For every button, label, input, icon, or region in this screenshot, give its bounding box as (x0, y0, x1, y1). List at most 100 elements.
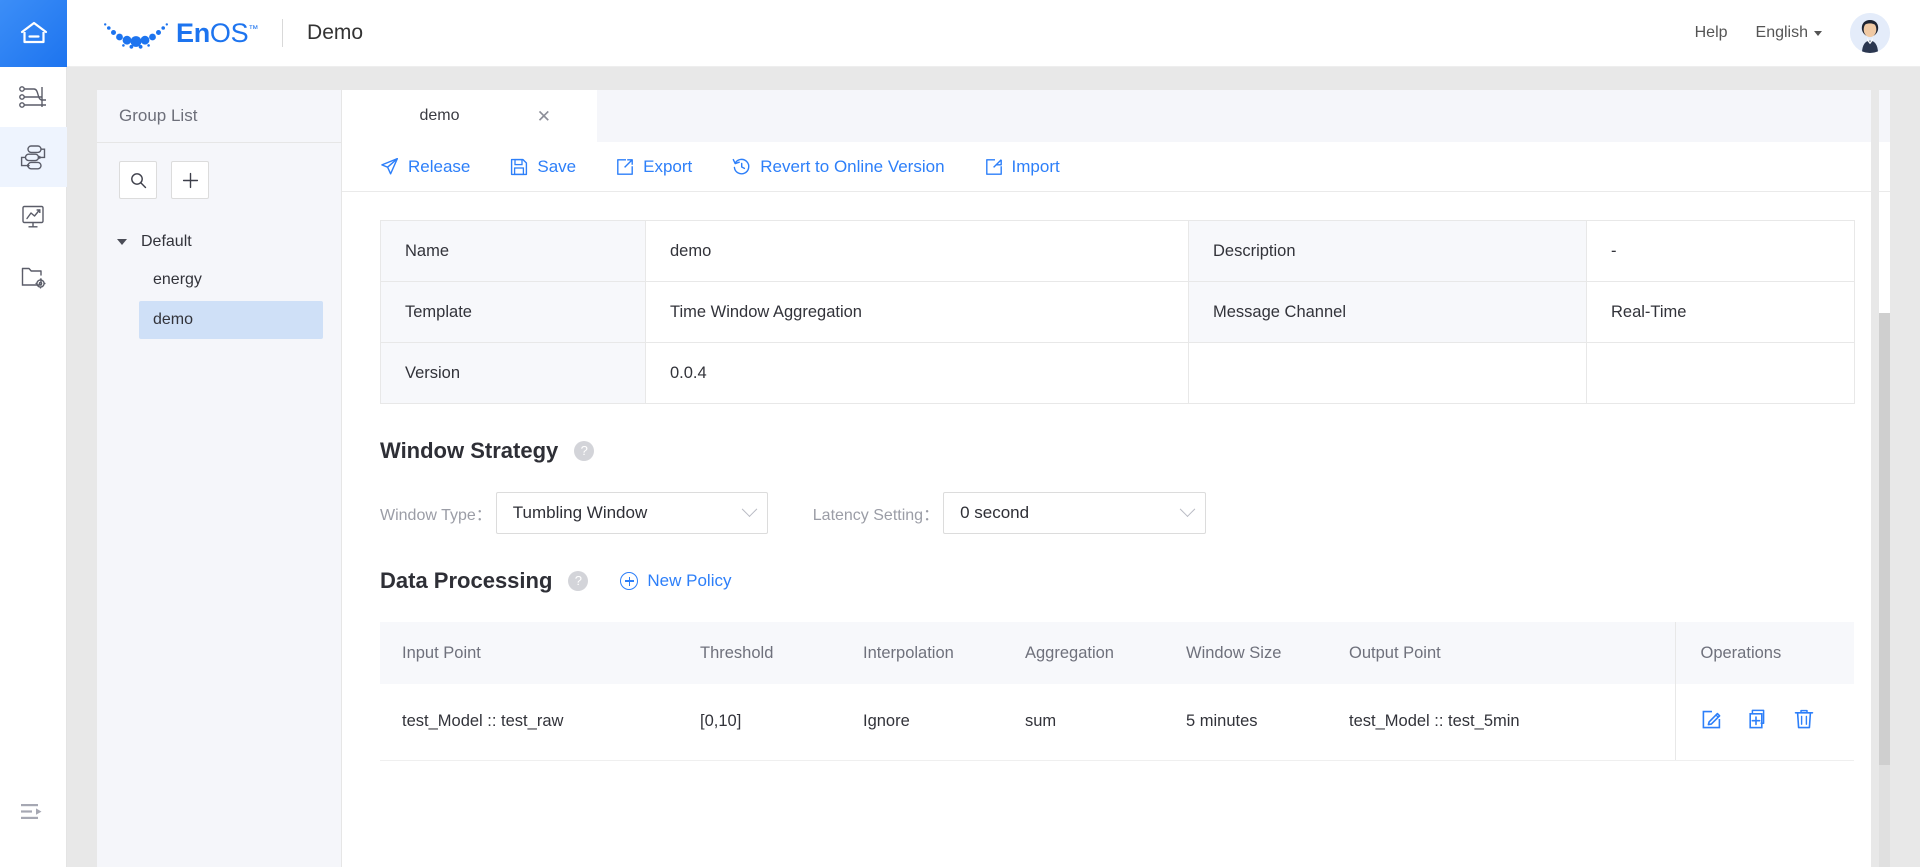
latency-setting-value: 0 second (960, 503, 1030, 522)
info-empty-cell-2 (1586, 342, 1855, 404)
help-link[interactable]: Help (1695, 24, 1728, 42)
cell-aggregation: sum (1003, 684, 1164, 761)
sidebar-item-stream-processing[interactable] (0, 127, 67, 187)
enos-swoosh-logo-icon (102, 17, 172, 49)
pipeline-icon (18, 84, 48, 110)
close-icon[interactable]: ✕ (537, 108, 551, 125)
sidebar-item-analytics[interactable] (0, 187, 67, 247)
content-area: Name demo Description - Template Time Wi… (342, 192, 1890, 867)
revert-to-online-version-button[interactable]: Revert to Online Version (732, 157, 945, 177)
revert-clock-icon (732, 157, 751, 176)
column-header-operations: Operations (1674, 622, 1854, 684)
cell-input-point: test_Model :: test_raw (380, 684, 678, 761)
question-mark-icon[interactable]: ? (568, 571, 589, 591)
collapse-sidebar-button[interactable] (0, 782, 67, 842)
avatar[interactable] (1850, 13, 1890, 53)
table-row: Version 0.0.4 (380, 342, 1855, 404)
cell-operations (1674, 684, 1855, 761)
save-button[interactable]: Save (510, 157, 576, 177)
tree-node-default[interactable]: Default (97, 225, 341, 259)
window-strategy-header: Window Strategy ? (380, 438, 1852, 464)
home-button[interactable] (0, 0, 67, 67)
duplicate-icon[interactable] (1747, 708, 1769, 735)
window-strategy-form: Window Type： Tumbling Window Latency Set… (380, 492, 1852, 534)
column-header-window-size: Window Size (1164, 622, 1327, 684)
window-strategy-title: Window Strategy (380, 438, 559, 463)
info-value-name: demo (645, 220, 1189, 282)
add-group-button[interactable] (171, 161, 209, 199)
stream-flow-icon (18, 143, 48, 171)
application-root: EnOS™ Demo Help English Group List Defau… (0, 0, 1920, 867)
import-button[interactable]: Import (985, 157, 1060, 177)
plus-circle-icon (620, 572, 639, 590)
header-divider (282, 19, 284, 47)
brand-en: En (176, 17, 210, 48)
search-group-button[interactable] (119, 161, 157, 199)
tree-leaf-energy[interactable]: energy (139, 261, 323, 299)
import-icon (985, 158, 1003, 176)
vertical-scrollbar[interactable] (1879, 313, 1890, 867)
scrollbar-thumb[interactable] (1879, 313, 1890, 765)
tab-label: demo (419, 107, 460, 124)
chevron-down-icon[interactable] (117, 239, 127, 245)
chevron-down-icon (1179, 500, 1196, 517)
new-policy-label: New Policy (647, 571, 732, 590)
release-button[interactable]: Release (380, 157, 470, 177)
column-header-threshold: Threshold (678, 622, 841, 684)
data-processing-header: Data Processing ? New Policy (380, 568, 1852, 594)
latency-setting-label: Latency Setting： (812, 507, 940, 524)
send-icon (380, 157, 399, 176)
latency-setting-select[interactable]: 0 second (943, 492, 1207, 534)
language-selector[interactable]: English (1756, 24, 1822, 42)
chevron-down-icon (1814, 30, 1822, 36)
column-header-aggregation: Aggregation (1003, 622, 1164, 684)
sidebar-item-storage-settings[interactable] (0, 247, 67, 307)
tree-leaf-demo[interactable]: demo (139, 301, 323, 339)
row-operations (1701, 708, 1855, 735)
trash-icon[interactable] (1793, 708, 1815, 735)
collapse-panel-icon (20, 803, 46, 821)
cell-threshold: [0,10] (678, 684, 841, 761)
question-mark-icon[interactable]: ? (574, 441, 595, 461)
release-label: Release (408, 156, 471, 176)
export-button[interactable]: Export (616, 157, 692, 177)
save-label: Save (537, 156, 577, 176)
sidebar-item-data-pipeline[interactable] (0, 67, 67, 127)
floppy-disk-icon (510, 158, 528, 176)
brand-area: EnOS™ Demo (102, 0, 363, 67)
cell-window-size: 5 minutes (1164, 684, 1327, 761)
folder-settings-icon (19, 264, 47, 290)
tree-leaf-label: demo (153, 311, 194, 328)
workspace: Group List Default energy demo demo ✕ Re… (67, 67, 1920, 867)
action-toolbar: Release Save Export Revert to Online Ver… (342, 142, 1890, 192)
import-label: Import (1011, 156, 1060, 176)
new-policy-button[interactable]: New Policy (620, 571, 732, 591)
data-processing-title: Data Processing (380, 568, 553, 593)
brand-trademark: ™ (248, 23, 259, 35)
window-type-value: Tumbling Window (512, 503, 648, 522)
info-value-description: - (1586, 220, 1855, 282)
tab-demo[interactable]: demo ✕ (342, 90, 597, 142)
info-label-version: Version (380, 342, 646, 404)
edit-pencil-icon[interactable] (1701, 708, 1723, 735)
info-value-version: 0.0.4 (645, 342, 1189, 404)
export-label: Export (643, 156, 693, 176)
info-label-name: Name (380, 220, 646, 282)
info-label-message-channel: Message Channel (1188, 281, 1587, 343)
info-value-template: Time Window Aggregation (645, 281, 1189, 343)
plus-icon (182, 172, 199, 189)
table-row: test_Model :: test_raw [0,10] Ignore sum… (380, 684, 1855, 761)
info-value-message-channel: Real-Time (1586, 281, 1855, 343)
window-type-select[interactable]: Tumbling Window (495, 492, 768, 534)
column-header-interpolation: Interpolation (841, 622, 1003, 684)
cell-output-point: test_Model :: test_5min (1327, 684, 1675, 761)
group-list-toolbar (97, 143, 341, 211)
info-empty-cell-1 (1188, 342, 1587, 404)
chart-monitor-icon (19, 203, 47, 231)
info-label-description: Description (1188, 220, 1587, 282)
table-row: Template Time Window Aggregation Message… (380, 281, 1855, 343)
panel-edge-shadow (1871, 90, 1879, 867)
chevron-down-icon (741, 500, 758, 517)
brand-wordmark: EnOS™ (176, 18, 258, 49)
header-actions: Help English (1695, 13, 1920, 53)
